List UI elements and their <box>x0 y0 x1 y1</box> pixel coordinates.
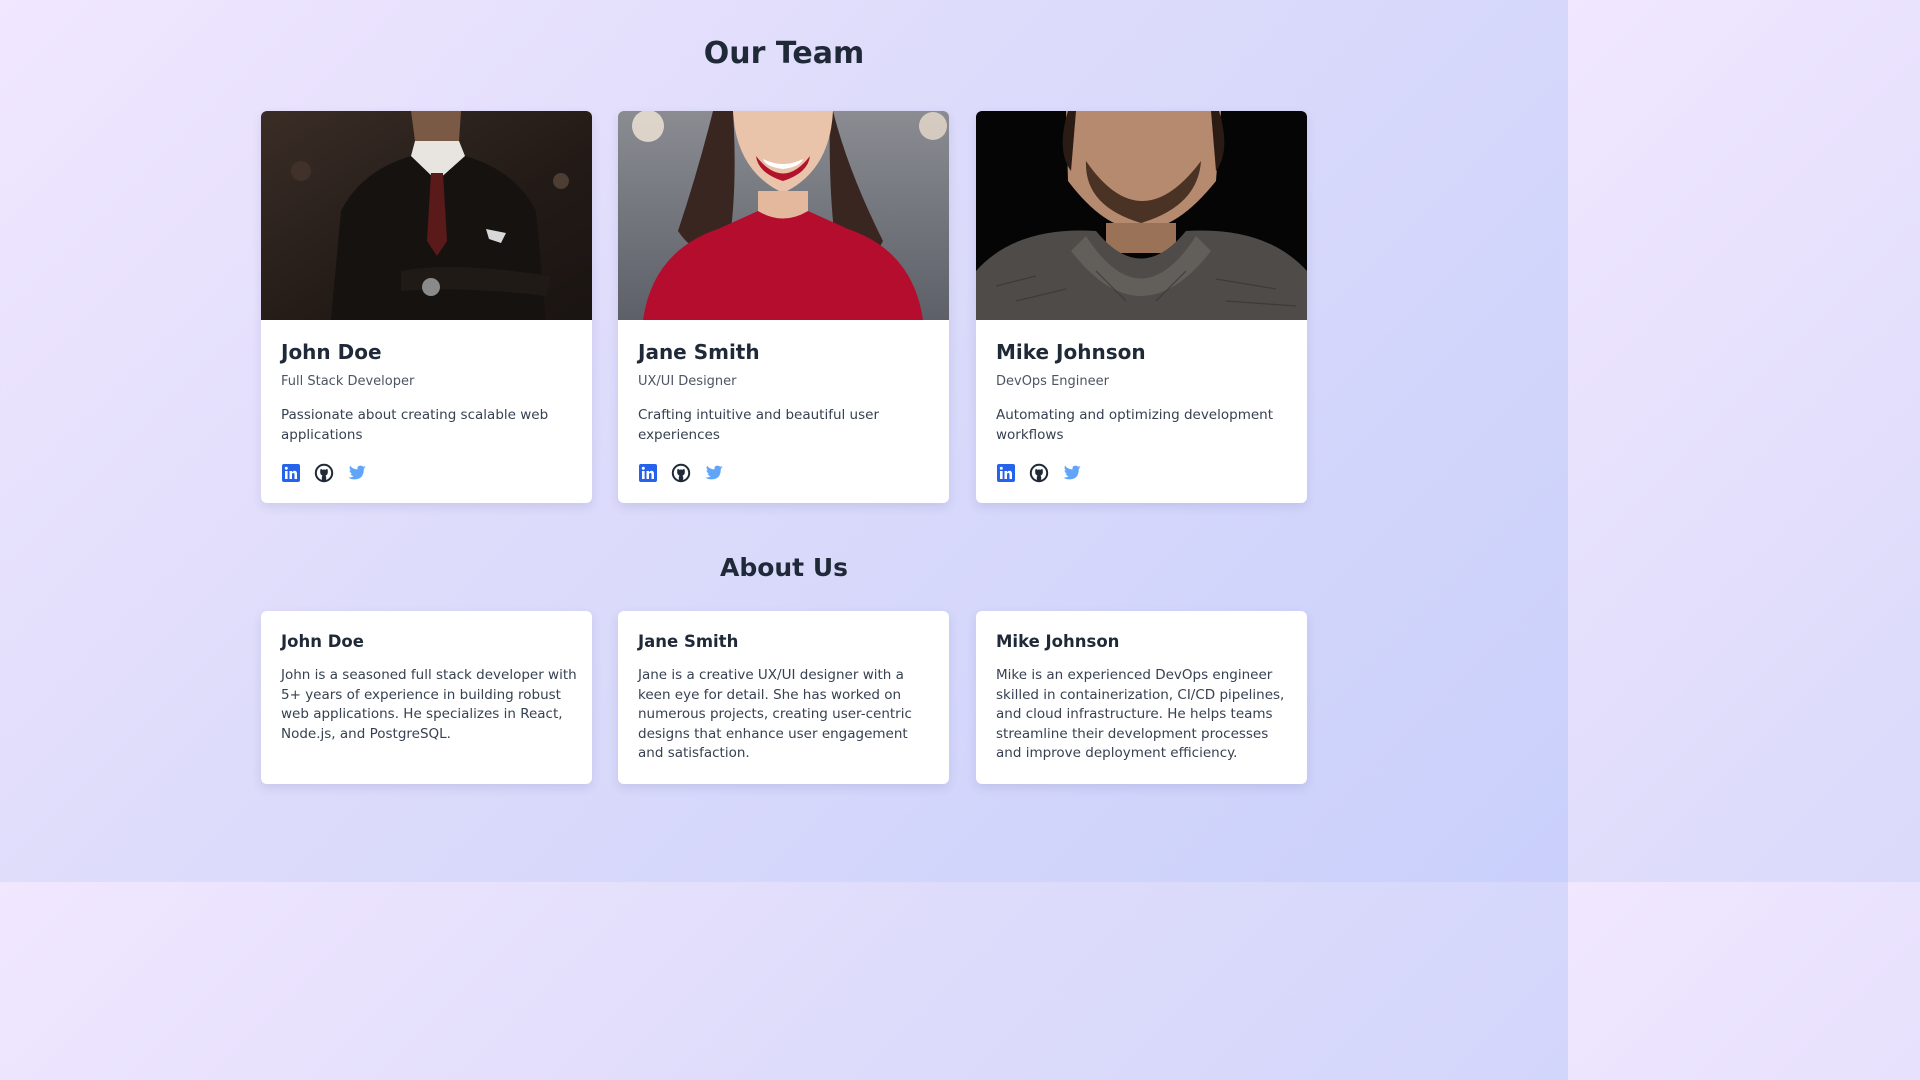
about-name: John Doe <box>281 632 364 651</box>
github-icon[interactable] <box>671 463 691 483</box>
team-card-mike-johnson: Mike Johnson DevOps Engineer Automating … <box>976 111 1307 503</box>
about-card-jane-smith: Jane Smith Jane is a creative UX/UI desi… <box>618 611 949 784</box>
about-section-title: About Us <box>719 553 849 582</box>
about-text: Mike is an experienced DevOps engineer s… <box>996 667 1285 762</box>
linkedin-icon[interactable] <box>638 463 658 483</box>
social-links <box>638 463 724 483</box>
about-name: Jane Smith <box>638 632 739 651</box>
member-name: Mike Johnson <box>996 340 1146 364</box>
linkedin-icon[interactable] <box>281 463 301 483</box>
team-card-jane-smith: Jane Smith UX/UI Designer Crafting intui… <box>618 111 949 503</box>
twitter-icon[interactable] <box>704 463 724 483</box>
github-icon[interactable] <box>314 463 334 483</box>
member-role: Full Stack Developer <box>281 374 415 389</box>
team-section-title: Our Team <box>703 36 865 71</box>
about-card-john-doe: John Doe John is a seasoned full stack d… <box>261 611 592 784</box>
member-description: Crafting intuitive and beautiful user ex… <box>638 407 879 443</box>
member-role: UX/UI Designer <box>638 374 737 389</box>
member-description: Automating and optimizing development wo… <box>996 407 1274 443</box>
member-role: DevOps Engineer <box>996 374 1109 389</box>
team-card-john-doe: John Doe Full Stack Developer Passionate… <box>261 111 592 503</box>
member-name: John Doe <box>281 340 382 364</box>
about-card-mike-johnson: Mike Johnson Mike is an experienced DevO… <box>976 611 1307 784</box>
twitter-icon[interactable] <box>1062 463 1082 483</box>
twitter-icon[interactable] <box>347 463 367 483</box>
about-text: Jane is a creative UX/UI designer with a… <box>638 667 912 762</box>
about-name: Mike Johnson <box>996 632 1120 651</box>
member-description: Passionate about creating scalable web a… <box>281 407 549 443</box>
github-icon[interactable] <box>1029 463 1049 483</box>
team-photo-jane-smith <box>618 111 949 320</box>
social-links <box>996 463 1082 483</box>
member-name: Jane Smith <box>638 340 760 364</box>
linkedin-icon[interactable] <box>996 463 1016 483</box>
social-links <box>281 463 367 483</box>
team-photo-mike-johnson <box>976 111 1307 320</box>
team-photo-john-doe <box>261 111 592 320</box>
about-text: John is a seasoned full stack developer … <box>281 667 577 742</box>
